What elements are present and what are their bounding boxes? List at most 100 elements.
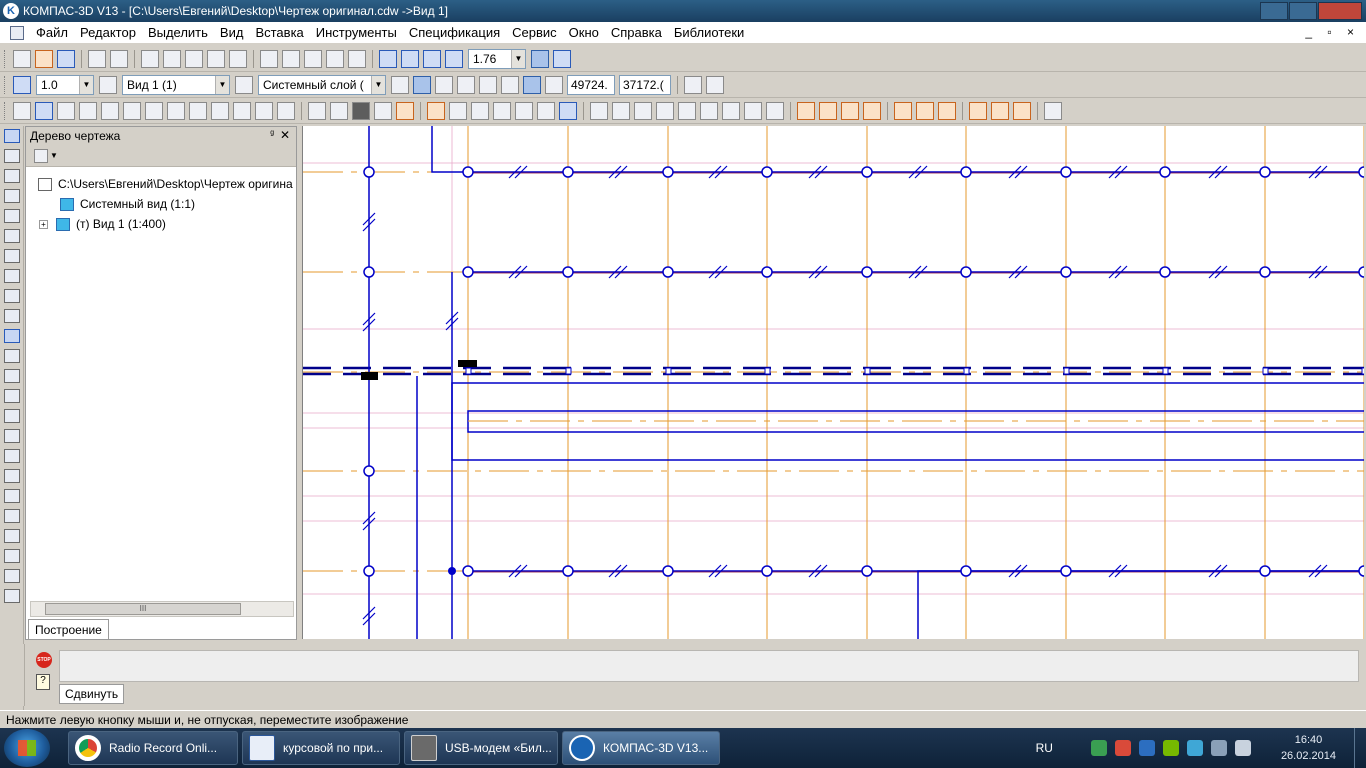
update-icon[interactable]	[706, 75, 724, 94]
settings-tools-icon[interactable]	[537, 101, 555, 120]
rectangle-icon[interactable]	[4, 569, 20, 583]
redo-icon[interactable]	[282, 49, 300, 68]
context-help-icon[interactable]	[348, 49, 366, 68]
hatch-tool-icon[interactable]	[4, 589, 20, 603]
close-button[interactable]	[1318, 2, 1362, 20]
copy-icon[interactable]	[163, 49, 181, 68]
spec-object-icon[interactable]	[722, 101, 740, 120]
menu-window[interactable]: Окно	[563, 25, 605, 40]
expand-icon[interactable]: +	[39, 219, 48, 229]
chamfer-icon[interactable]	[4, 529, 20, 543]
xy-coords-icon[interactable]	[545, 75, 563, 94]
library-5-icon[interactable]	[515, 101, 533, 120]
drawing-svg[interactable]	[303, 126, 1364, 639]
task-usb-modem[interactable]: USB-модем «Бил...	[404, 731, 558, 765]
drawing-canvas[interactable]	[302, 126, 1364, 639]
measure-icon[interactable]	[145, 101, 163, 120]
table-icon[interactable]	[330, 101, 348, 120]
signal-icon[interactable]	[1210, 740, 1227, 756]
variables-icon[interactable]	[304, 49, 322, 68]
color-layers-icon[interactable]	[391, 75, 409, 94]
pencil-icon[interactable]	[308, 101, 326, 120]
chevron-down-icon[interactable]: ▼	[511, 49, 525, 68]
network-icon[interactable]	[1090, 740, 1107, 756]
ortho-mode-icon[interactable]	[501, 75, 519, 94]
task-kompas[interactable]: КОМПАС-3D V13...	[562, 731, 720, 765]
view-state-icon[interactable]	[99, 75, 117, 94]
chevron-down-icon[interactable]: ▼	[215, 75, 229, 94]
reports-icon[interactable]	[233, 101, 251, 120]
menu-insert[interactable]: Вставка	[249, 25, 309, 40]
zoom-combobox[interactable]: 1.76 ▼	[468, 48, 526, 69]
preview-icon[interactable]	[110, 49, 128, 68]
tree-node-document[interactable]: C:\Users\Евгений\Desktop\Чертеж оригина	[38, 177, 293, 191]
tree-horizontal-scrollbar[interactable]: III	[30, 601, 294, 617]
zoom-out-icon[interactable]	[423, 49, 441, 68]
geometry-tool-icon[interactable]	[4, 129, 20, 143]
zoom-in-icon[interactable]	[401, 49, 419, 68]
toolbar-grip[interactable]	[4, 75, 7, 94]
dimensions-tool-icon[interactable]	[4, 149, 20, 163]
cut-icon[interactable]	[141, 49, 159, 68]
arc-icon[interactable]	[4, 449, 20, 463]
ellipse-icon[interactable]	[4, 469, 20, 483]
keyboard-icon[interactable]	[634, 101, 652, 120]
tree-node-system-view[interactable]: Системный вид (1:1)	[60, 197, 195, 211]
grid-view-icon[interactable]	[678, 101, 696, 120]
spec-tool-icon[interactable]	[4, 289, 20, 303]
edit-tool-icon[interactable]	[4, 189, 20, 203]
insert-tool-icon[interactable]	[4, 329, 20, 343]
select-icon[interactable]	[167, 101, 185, 120]
coord-x-field[interactable]: 49724.	[567, 74, 615, 95]
library-3-icon[interactable]	[471, 101, 489, 120]
view-combobox[interactable]: Вид 1 (1) ▼	[122, 74, 230, 95]
edit-icon[interactable]	[101, 101, 119, 120]
menu-editor[interactable]: Редактор	[74, 25, 142, 40]
point-icon[interactable]	[4, 369, 20, 383]
refresh-view-icon[interactable]	[553, 49, 571, 68]
print-icon[interactable]	[88, 49, 106, 68]
nvidia-icon[interactable]	[1162, 740, 1179, 756]
clock[interactable]: 16:40 26.02.2014	[1281, 732, 1336, 764]
toolbar-grip[interactable]	[4, 49, 7, 68]
open-file-icon[interactable]	[35, 49, 53, 68]
chevron-down-icon[interactable]: ▼	[50, 151, 58, 160]
associative-view-icon[interactable]	[189, 101, 207, 120]
grid-icon[interactable]	[457, 75, 475, 94]
spline-icon[interactable]	[4, 489, 20, 503]
properties-icon[interactable]	[229, 49, 247, 68]
macro-tool-icon[interactable]	[4, 349, 20, 363]
minimize-button[interactable]	[1260, 2, 1288, 20]
library-4-icon[interactable]	[493, 101, 511, 120]
layers-icon[interactable]	[612, 101, 630, 120]
step-combobox[interactable]: 1.0 ▼	[36, 74, 94, 95]
menu-tools[interactable]: Инструменты	[310, 25, 403, 40]
vk-icon[interactable]	[1138, 740, 1155, 756]
task-radio-record[interactable]: Radio Record Onli...	[68, 731, 238, 765]
form-tolerance-icon[interactable]	[916, 101, 934, 120]
zoom-scale-icon[interactable]	[445, 49, 463, 68]
roughness-icon[interactable]	[863, 101, 881, 120]
close-icon[interactable]: ✕	[280, 128, 290, 142]
leader-icon[interactable]	[819, 101, 837, 120]
cursor-step-icon[interactable]	[13, 75, 31, 94]
menu-specification[interactable]: Спецификация	[403, 25, 506, 40]
language-indicator[interactable]: RU	[1036, 741, 1053, 755]
show-desktop-button[interactable]	[1354, 728, 1366, 768]
select-tool-icon[interactable]	[4, 249, 20, 263]
help-icon[interactable]	[559, 101, 577, 120]
circle-icon[interactable]	[4, 429, 20, 443]
help-icon[interactable]: ?	[36, 674, 50, 690]
base-icon[interactable]	[797, 101, 815, 120]
fillet-icon[interactable]	[4, 549, 20, 563]
snap-magnet-icon[interactable]	[413, 75, 431, 94]
menu-libraries[interactable]: Библиотеки	[668, 25, 750, 40]
clock-icon[interactable]	[938, 101, 956, 120]
library-2-icon[interactable]	[449, 101, 467, 120]
format-brush-icon[interactable]	[207, 49, 225, 68]
reports-tool-icon[interactable]	[4, 309, 20, 323]
save-icon[interactable]	[57, 49, 75, 68]
new-file-icon[interactable]	[13, 49, 31, 68]
menu-view[interactable]: Вид	[214, 25, 250, 40]
fill-icon[interactable]	[352, 101, 370, 120]
